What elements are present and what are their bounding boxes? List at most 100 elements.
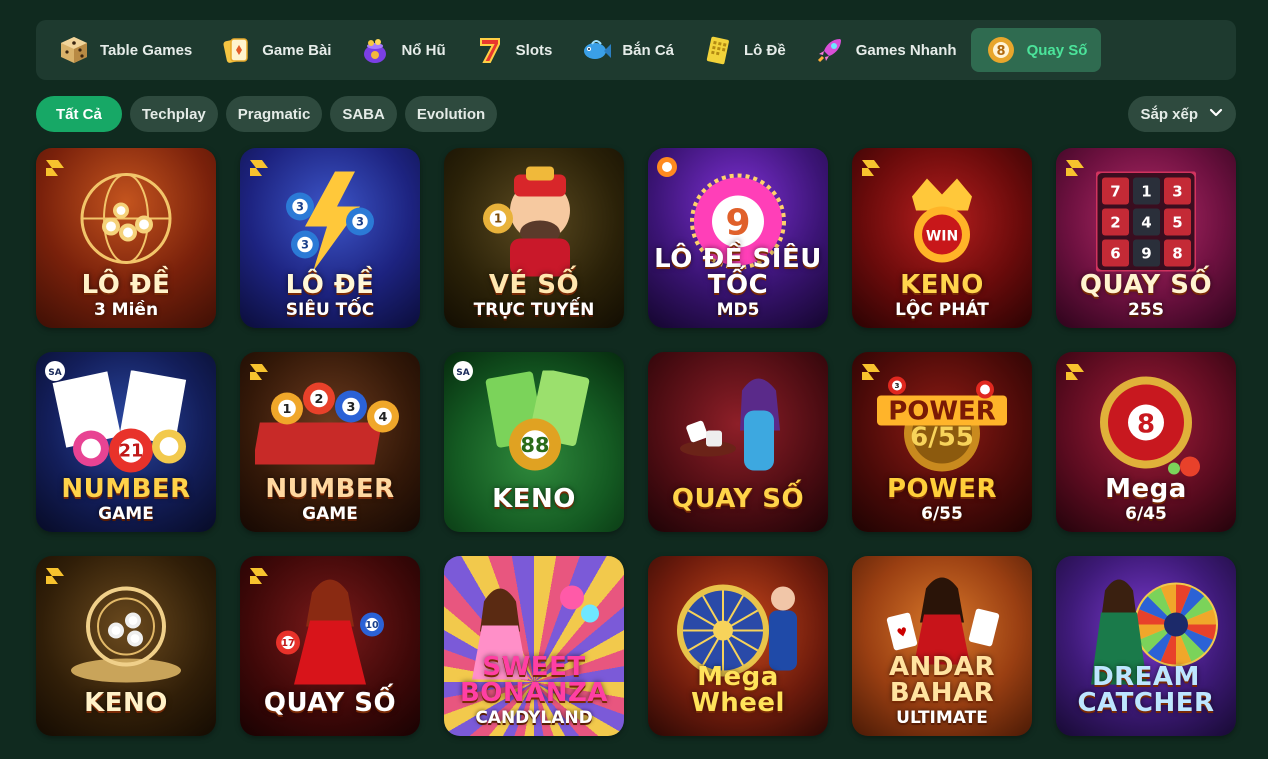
game-card-artwork: 1 2 3 4 <box>252 370 405 485</box>
svg-text:WIN: WIN <box>926 228 958 244</box>
tab-ban-ca[interactable]: Bắn Cá <box>566 28 688 72</box>
game-card[interactable]: 1 VÉ SỐ TRỰC TUYẾN <box>444 148 624 328</box>
game-card[interactable]: 8 Mega 6/45 <box>1056 352 1236 532</box>
filter-chip-evolution[interactable]: Evolution <box>404 96 498 132</box>
sort-dropdown[interactable]: Sắp xếp <box>1128 96 1236 132</box>
svg-text:7: 7 <box>1110 182 1120 200</box>
tab-no-hu[interactable]: Nổ Hũ <box>345 28 459 72</box>
tab-label: Slots <box>515 41 553 59</box>
game-card[interactable]: 9 LÔ ĐỀ SIÊU TỐC MD5 <box>648 148 828 328</box>
game-card[interactable]: ♥ ANDAR BAHAR ULTIMATE <box>852 556 1032 736</box>
svg-text:POWER: POWER <box>888 396 996 426</box>
game-card-subtitle: LỘC PHÁT <box>895 300 989 320</box>
tab-games-nhanh[interactable]: Games Nhanh <box>800 28 971 72</box>
svg-text:8: 8 <box>1137 409 1155 439</box>
svg-text:5: 5 <box>1172 213 1182 231</box>
game-card[interactable]: QUAY SỐ <box>648 352 828 532</box>
svg-text:21: 21 <box>119 441 143 461</box>
game-card-title: POWER <box>886 474 998 504</box>
game-card-title: VÉ SỐ <box>488 270 580 300</box>
tab-table-games[interactable]: Table Games <box>44 28 206 72</box>
game-card-title: Mega Wheel <box>691 662 785 718</box>
tab-game-bai[interactable]: Game Bài <box>206 28 345 72</box>
game-card[interactable]: 17 10 QUAY SỐ <box>240 556 420 736</box>
svg-text:3: 3 <box>894 381 899 390</box>
game-card-title: Mega <box>1105 474 1187 504</box>
provider-logo-icon: SA <box>452 360 474 382</box>
svg-text:SA: SA <box>456 368 469 378</box>
game-card-title: QUAY SỐ <box>263 688 397 718</box>
rocket-icon <box>814 34 846 66</box>
provider-filter: Tất Cả Techplay Pragmatic SABA Evolution <box>36 96 498 132</box>
game-card[interactable]: WIN KENO LỘC PHÁT <box>852 148 1032 328</box>
category-tab-bar: Table Games Game Bài Nổ Hũ Slots Bắn Cá <box>36 20 1236 80</box>
svg-text:9: 9 <box>1141 244 1151 262</box>
game-card[interactable]: DREAM CATCHER <box>1056 556 1236 736</box>
game-card[interactable]: 1 2 3 4 NUMBER GAME <box>240 352 420 532</box>
game-card[interactable]: 7 1 3 2 4 5 6 9 8 QUAY SỐ 25S <box>1056 148 1236 328</box>
game-card-artwork: 8 <box>1086 370 1206 485</box>
game-card[interactable]: SWEET BONANZA CANDYLAND <box>444 556 624 736</box>
filter-chip-all[interactable]: Tất Cả <box>36 96 122 132</box>
svg-text:88: 88 <box>521 432 550 456</box>
game-card-subtitle: CANDYLAND <box>475 708 593 728</box>
game-card-subtitle: 6/45 <box>1125 504 1167 524</box>
game-card-artwork: 88 <box>469 368 599 485</box>
game-card[interactable]: Mega Wheel <box>648 556 828 736</box>
provider-logo-icon <box>860 360 882 382</box>
game-card-title: LÔ ĐỀ <box>81 270 171 300</box>
game-card[interactable]: LÔ ĐỀ 3 Miền <box>36 148 216 328</box>
filter-chip-pragmatic[interactable]: Pragmatic <box>225 96 323 132</box>
game-card-artwork: 6/55 POWER 3 <box>867 375 1017 480</box>
game-card[interactable]: 3 3 3 LÔ ĐỀ SIÊU TỐC <box>240 148 420 328</box>
svg-text:3: 3 <box>356 215 364 228</box>
game-card-subtitle: ULTIMATE <box>896 708 988 728</box>
game-card-subtitle: TRỰC TUYẾN <box>473 300 595 320</box>
svg-text:6/55: 6/55 <box>910 422 974 452</box>
game-card-artwork <box>61 574 191 689</box>
game-card[interactable]: 6/55 POWER 3 POWER 6/55 <box>852 352 1032 532</box>
svg-text:8: 8 <box>996 44 1005 59</box>
tab-label: Lô Đề <box>744 41 786 59</box>
game-card-title: NUMBER <box>61 474 191 504</box>
provider-logo-icon <box>248 156 270 178</box>
game-card-title: ANDAR BAHAR <box>888 652 996 708</box>
game-card-artwork: 3 3 3 <box>265 166 395 281</box>
provider-logo-icon <box>44 156 66 178</box>
svg-text:6: 6 <box>1110 244 1120 262</box>
svg-text:1: 1 <box>494 211 502 225</box>
svg-text:10: 10 <box>365 619 379 630</box>
fish-icon <box>580 34 612 66</box>
filter-chip-techplay[interactable]: Techplay <box>129 96 218 132</box>
cards-icon <box>220 34 252 66</box>
provider-logo-icon <box>248 360 270 382</box>
tab-slots[interactable]: Slots <box>460 28 567 72</box>
lottery-ticket-icon <box>702 34 734 66</box>
filter-chip-saba[interactable]: SABA <box>330 96 397 132</box>
svg-text:4: 4 <box>379 410 388 425</box>
sort-label: Sắp xếp <box>1140 105 1198 123</box>
tab-label: Games Nhanh <box>855 41 957 59</box>
jackpot-pot-icon <box>359 34 391 66</box>
game-card-title: LÔ ĐỀ SIÊU TỐC <box>654 244 822 300</box>
game-card-artwork <box>66 166 186 281</box>
provider-logo-icon <box>1064 360 1086 382</box>
lucky-seven-icon <box>474 34 506 66</box>
game-card-subtitle: 6/55 <box>921 504 963 524</box>
game-card-artwork <box>668 370 808 485</box>
lottery-ball-icon: 8 <box>985 34 1017 66</box>
game-card-subtitle: SIÊU TỐC <box>285 300 375 320</box>
game-card[interactable]: KENO <box>36 556 216 736</box>
game-card-title: KENO <box>84 688 168 718</box>
game-card-artwork: WIN <box>882 166 1002 281</box>
tab-quay-so[interactable]: 8 Quay Số <box>970 28 1102 72</box>
svg-text:8: 8 <box>1172 244 1182 262</box>
game-card[interactable]: 21 SA NUMBER GAME <box>36 352 216 532</box>
tab-lo-de[interactable]: Lô Đề <box>688 28 800 72</box>
svg-text:3: 3 <box>301 238 309 251</box>
svg-text:3: 3 <box>347 400 356 415</box>
svg-text:17: 17 <box>281 637 294 648</box>
game-card-subtitle: MD5 <box>716 300 760 320</box>
game-card[interactable]: 88 SA KENO <box>444 352 624 532</box>
svg-text:2: 2 <box>315 392 324 407</box>
